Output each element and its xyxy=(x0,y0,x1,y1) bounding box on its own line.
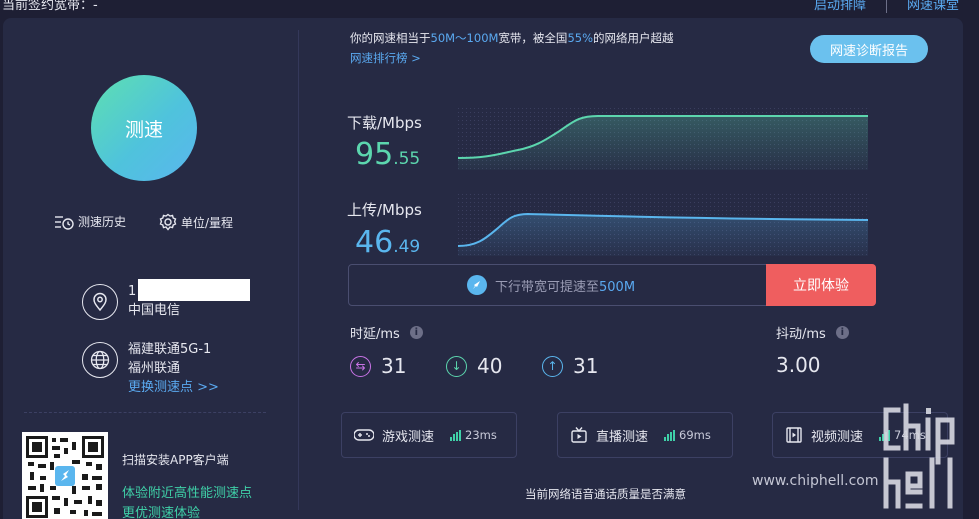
history-icon xyxy=(55,215,74,230)
film-icon xyxy=(786,427,802,443)
dashed-divider xyxy=(24,412,266,413)
rank-summary: 你的网速相当于50M～100M宽带，被全国55%的网络用户超越 xyxy=(350,31,674,45)
location-icon xyxy=(82,284,118,320)
signal-icon xyxy=(450,429,462,441)
app-qr-title: 扫描安装APP客户端 xyxy=(122,453,229,467)
top-links: 启动排障 网速课堂 xyxy=(814,0,959,13)
live-latency: 69ms xyxy=(664,428,711,442)
server-info: 福建联通5G-1 福州联通 更换测速点 >> xyxy=(82,340,219,397)
info-icon[interactable]: i xyxy=(409,326,423,339)
ip-address: 1 xyxy=(128,278,251,301)
jitter-value: 3.00 xyxy=(776,353,821,377)
swap-icon: ⇆ xyxy=(350,355,371,377)
arrow-up-icon: ↑ xyxy=(542,355,563,377)
latency-label: 时延/ms i xyxy=(350,323,423,342)
isp-name: 中国电信 xyxy=(128,303,181,318)
upload-graph xyxy=(458,194,868,256)
latency-upload: ↑ 31 xyxy=(542,354,598,378)
history-link-label: 测速历史 xyxy=(78,215,127,229)
redaction-mask xyxy=(138,278,251,301)
jitter-label: 抖动/ms i xyxy=(776,323,849,342)
unit-link-label: 单位/量程 xyxy=(181,215,234,230)
app-qr-code xyxy=(22,432,108,519)
voice-quality-question: 当前网络语音通话质量是否满意 xyxy=(525,487,686,501)
start-speedtest-button[interactable]: 测速 xyxy=(91,75,197,181)
game-latency: 23ms xyxy=(450,428,497,442)
latency-download: ↓ 40 xyxy=(446,354,502,378)
server-city: 福州联通 xyxy=(128,361,181,376)
game-speedtest-label: 游戏测速 xyxy=(382,429,435,445)
server-name: 福建联通5G-1 xyxy=(128,342,212,357)
game-speedtest-card[interactable]: 游戏测速 23ms xyxy=(341,412,517,458)
latency-idle: ⇆ 31 xyxy=(350,354,406,378)
download-graph xyxy=(458,108,868,170)
upload-value: 46.49 xyxy=(355,225,421,260)
video-speedtest-label: 视频测速 xyxy=(811,429,864,445)
unit-link[interactable]: 单位/量程 xyxy=(159,213,233,231)
chiphell-logo xyxy=(883,403,955,509)
tv-icon xyxy=(571,427,587,443)
download-value: 95.55 xyxy=(355,137,421,172)
watermark-url: www.chiphell.com xyxy=(752,473,879,489)
info-icon[interactable]: i xyxy=(835,326,849,339)
app-qr-subtitle: 体验附近高性能测速点 更优测速体验 xyxy=(122,486,253,519)
try-now-button[interactable]: 立即体验 xyxy=(766,264,876,306)
arrow-down-icon: ↓ xyxy=(446,355,467,377)
change-server-link[interactable]: 更换测速点 >> xyxy=(128,378,219,397)
live-speedtest-card[interactable]: 直播测速 69ms xyxy=(557,412,733,458)
diagnosis-report-button[interactable]: 网速诊断报告 xyxy=(810,35,928,63)
divider xyxy=(885,0,887,13)
troubleshoot-link[interactable]: 启动排障 xyxy=(814,0,866,13)
top-bar: 当前签约宽带：- 启动排障 网速课堂 xyxy=(0,0,979,14)
download-label: 下载/Mbps xyxy=(347,114,422,132)
signal-icon xyxy=(664,429,676,441)
gear-icon xyxy=(159,213,177,231)
rocket-icon xyxy=(467,275,487,295)
history-link[interactable]: 测速历史 xyxy=(54,213,126,230)
upgrade-message: 下行带宽可提速至500M xyxy=(467,265,635,305)
upgrade-banner: 下行带宽可提速至500M 立即体验 xyxy=(348,264,876,306)
globe-icon xyxy=(82,342,118,378)
isp-info: 1 中国电信 xyxy=(82,278,251,320)
speed-class-link[interactable]: 网速课堂 xyxy=(907,0,959,13)
live-speedtest-label: 直播测速 xyxy=(596,429,649,445)
upload-label: 上传/Mbps xyxy=(347,201,422,219)
contract-bandwidth-text: 当前签约宽带：- xyxy=(2,0,98,13)
vertical-divider xyxy=(298,30,299,510)
gamepad-icon xyxy=(354,429,374,441)
rank-list-link[interactable]: 网速排行榜 > xyxy=(350,50,421,66)
